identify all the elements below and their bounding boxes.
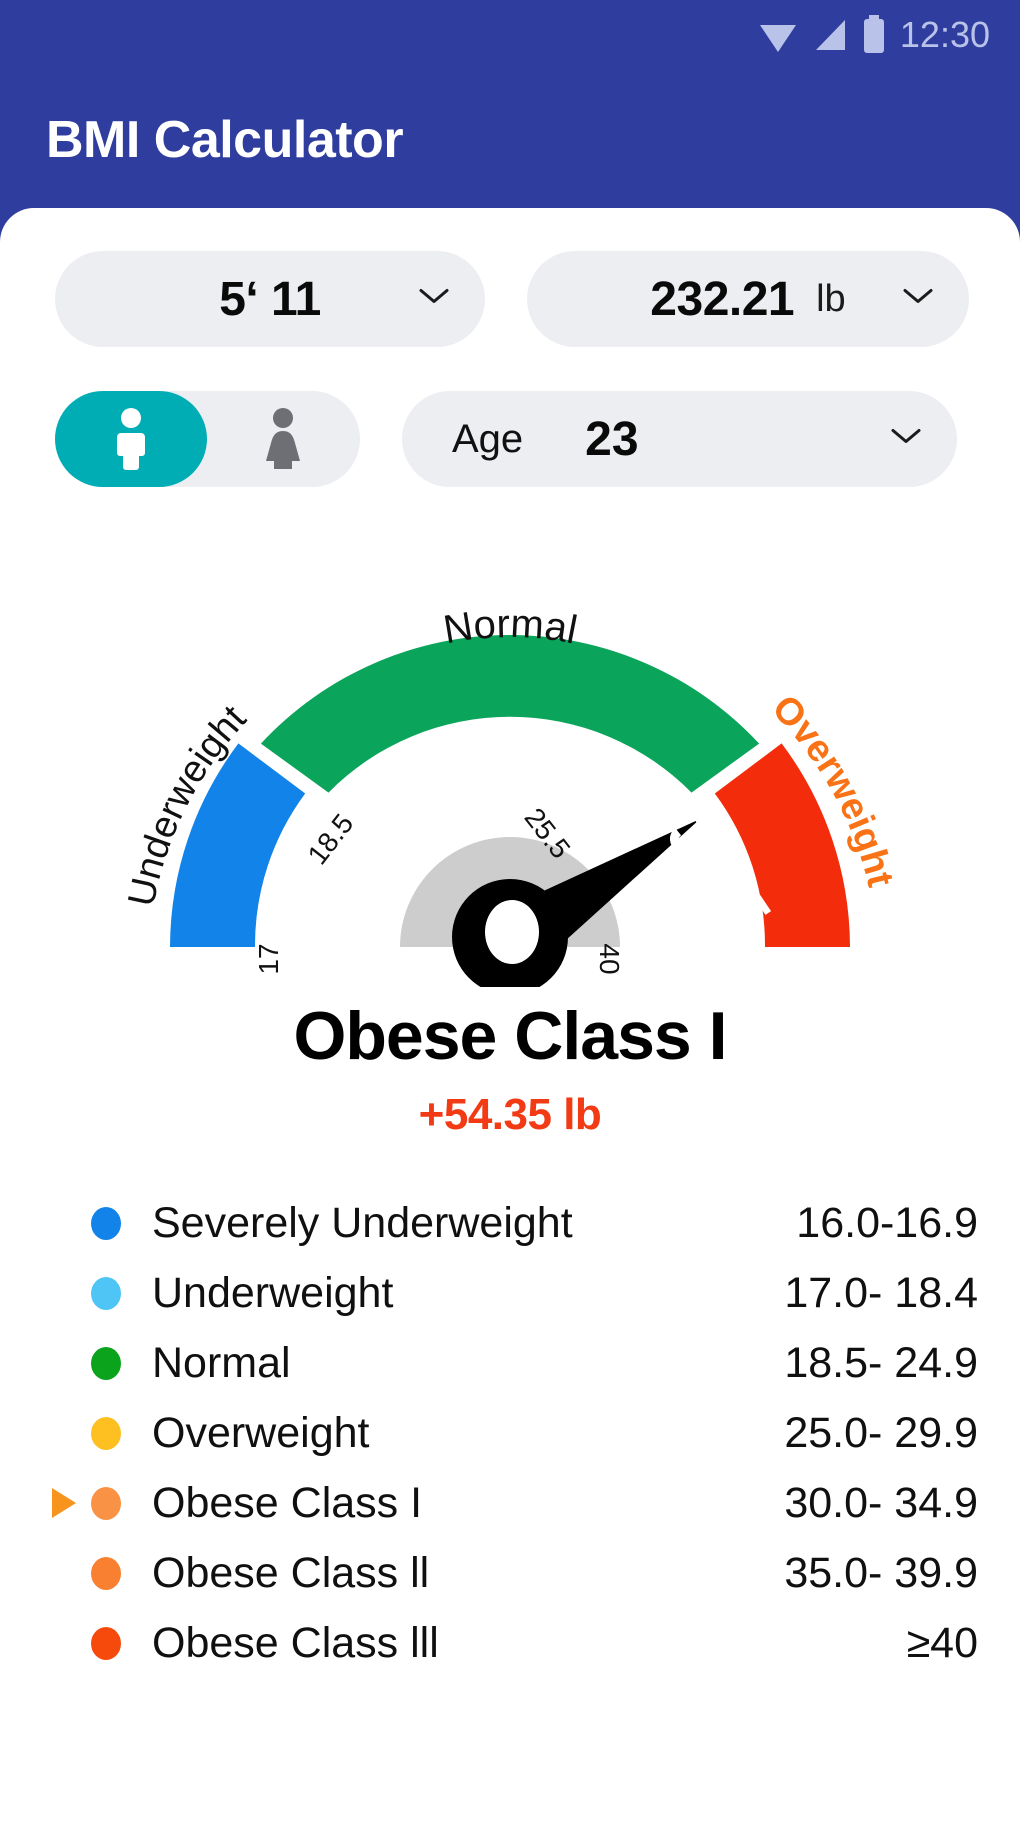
gauge-label-normal: Normal: [440, 602, 580, 653]
legend-color-dot: [86, 1626, 126, 1660]
legend-range: 17.0- 18.4: [784, 1268, 978, 1317]
page-title: BMI Calculator: [46, 111, 404, 169]
legend-range: 35.0- 39.9: [784, 1548, 978, 1597]
result-weight-delta: +54.35 lb: [418, 1090, 602, 1140]
chevron-down-icon: [891, 428, 921, 451]
legend-range: ≥40: [906, 1618, 978, 1667]
measurement-row: 5‘ 11 232.21 lb: [0, 251, 1020, 347]
legend-row[interactable]: Obese Class lll ≥40: [42, 1608, 978, 1678]
height-selector[interactable]: 5‘ 11: [55, 251, 485, 347]
gender-toggle[interactable]: [55, 391, 360, 487]
gauge-tick-17: 17: [253, 943, 284, 974]
chevron-down-icon: [419, 288, 449, 311]
battery-icon: [862, 15, 886, 55]
legend-row-active[interactable]: Obese Class I 30.0- 34.9: [42, 1468, 978, 1538]
weight-value: 232.21: [650, 272, 795, 326]
status-bar-clock: 12:30: [899, 14, 990, 55]
legend-label: Obese Class ll: [152, 1548, 430, 1597]
gender-age-row: Age 23: [0, 391, 1020, 487]
gauge-chart: Normal Underweight Overweight 32.5 17 18…: [121, 602, 901, 987]
legend-row[interactable]: Overweight 25.0- 29.9: [42, 1398, 978, 1468]
gauge-tick-18-5: 18.5: [302, 808, 360, 870]
legend-row[interactable]: Normal 18.5- 24.9: [42, 1328, 978, 1398]
legend-range: 16.0-16.9: [796, 1198, 978, 1247]
female-figure-icon: [266, 408, 300, 469]
legend-row[interactable]: Underweight 17.0- 18.4: [42, 1258, 978, 1328]
gauge-segment-normal: [260, 635, 760, 793]
bmi-legend: Severely Underweight 16.0-16.9 Underweig…: [0, 1188, 1020, 1678]
wifi-icon: [758, 16, 798, 54]
age-label: Age: [452, 416, 524, 461]
legend-color-dot: [86, 1206, 126, 1240]
result-block: Obese Class I +54.35 lb: [0, 998, 1020, 1140]
cellular-signal-icon: [812, 16, 848, 54]
bmi-calculator-screen: 12:30 BMI Calculator 5‘ 11 232.21 lb Age…: [0, 0, 1020, 1822]
legend-row[interactable]: Severely Underweight 16.0-16.9: [42, 1188, 978, 1258]
legend-color-dot: [86, 1346, 126, 1380]
legend-color-dot: [86, 1276, 126, 1310]
legend-range: 18.5- 24.9: [784, 1338, 978, 1387]
gender-option-female[interactable]: [207, 391, 359, 487]
bmi-gauge: Normal Underweight Overweight 32.5 17 18…: [0, 527, 1020, 987]
result-category: Obese Class I: [293, 998, 727, 1074]
legend-label: Severely Underweight: [152, 1198, 573, 1247]
legend-label: Underweight: [152, 1268, 394, 1317]
content-sheet: 5‘ 11 232.21 lb Age 23 Normal Underweigh…: [0, 208, 1020, 1822]
legend-color-dot: [86, 1486, 126, 1520]
legend-label: Normal: [152, 1338, 291, 1387]
gauge-tick-40: 40: [594, 943, 625, 974]
legend-row[interactable]: Obese Class ll 35.0- 39.9: [42, 1538, 978, 1608]
weight-unit: lb: [816, 277, 846, 320]
gender-option-male[interactable]: [55, 391, 207, 487]
legend-range: 25.0- 29.9: [784, 1408, 978, 1457]
weight-selector[interactable]: 232.21 lb: [527, 251, 969, 347]
status-bar: 12:30: [0, 0, 1020, 70]
active-row-arrow-icon: [42, 1486, 86, 1520]
male-figure-icon: [117, 408, 145, 470]
legend-label: Obese Class I: [152, 1478, 423, 1527]
height-value: 5‘ 11: [219, 272, 321, 326]
legend-label: Overweight: [152, 1408, 370, 1457]
age-value: 23: [585, 412, 639, 466]
chevron-down-icon: [903, 288, 933, 311]
legend-label: Obese Class lll: [152, 1618, 439, 1667]
legend-range: 30.0- 34.9: [784, 1478, 978, 1527]
legend-color-dot: [86, 1556, 126, 1590]
age-selector[interactable]: Age 23: [402, 391, 957, 487]
app-bar: BMI Calculator: [0, 70, 1020, 210]
legend-color-dot: [86, 1416, 126, 1450]
